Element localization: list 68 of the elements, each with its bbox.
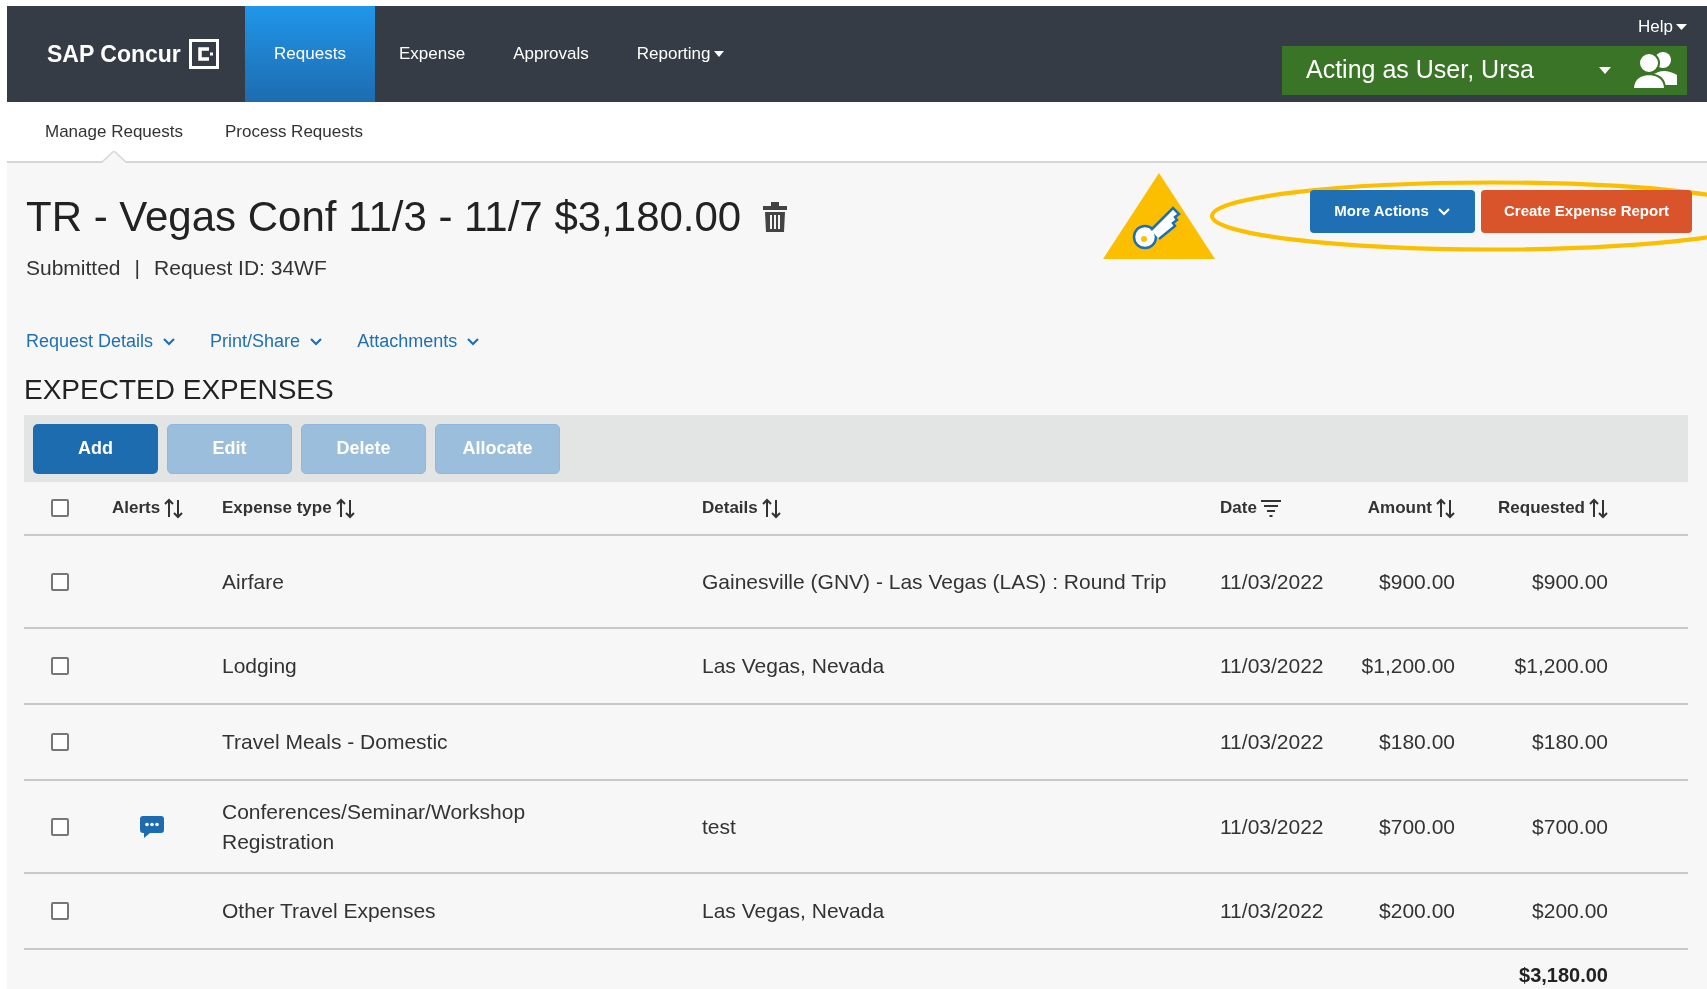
table-cell-text: $900.00 <box>1378 568 1456 595</box>
table-cell-text: Conferences/Seminar/Workshop Registration <box>222 798 527 855</box>
chevron-down-icon <box>1436 206 1451 217</box>
table-cell-text: Las Vegas, Nevada <box>702 898 886 924</box>
subnav-tab[interactable]: Process Requests <box>225 101 363 162</box>
nav-tab[interactable]: Requests <box>245 6 375 102</box>
create-report-button[interactable]: Create Expense Report <box>1481 190 1692 233</box>
request-title: TR - Vegas Conf 11/3 - 11/7 $3,180.00 <box>26 192 742 242</box>
column-header[interactable]: Amount <box>1367 495 1432 521</box>
caret-icon <box>1676 23 1687 30</box>
checkbox[interactable] <box>51 817 69 836</box>
table-cell-text: $1,200.00 <box>1513 653 1609 680</box>
table-cell-text: 11/03/2022 <box>1220 898 1325 925</box>
table-cell-text: $200.00 <box>1531 898 1609 925</box>
column-header[interactable]: Expense type <box>222 495 332 521</box>
dropdown-link[interactable]: Attachments <box>357 328 481 355</box>
chevron-down-icon <box>466 336 481 347</box>
section-title: EXPECTED EXPENSES <box>23 373 335 407</box>
users-icon <box>1631 49 1679 91</box>
checkbox[interactable] <box>51 733 69 751</box>
table-cell-text: Las Vegas, Nevada <box>702 653 886 679</box>
table-cell-text: Other Travel Expenses <box>222 898 437 924</box>
table-cell-text: $180.00 <box>1378 729 1456 756</box>
nav-tab[interactable]: Expense <box>375 6 490 102</box>
column-header[interactable]: Date <box>1220 495 1257 521</box>
dropdown-link[interactable]: Request Details <box>26 328 177 355</box>
logo-icon <box>188 39 219 69</box>
table-cell-text: 11/03/2022 <box>1220 729 1325 756</box>
table-cell-text: Gainesville (GNV) - Las Vegas (LAS) : Round Trip <box>702 568 1168 595</box>
table-cell-text: $200.00 <box>1378 898 1456 925</box>
acting-as-dropdown[interactable]: Acting as User, Ursa <box>1282 45 1687 95</box>
total-amount: $3,180.00 <box>1518 963 1609 988</box>
caret-icon <box>713 51 724 57</box>
separator-text: | <box>134 255 141 281</box>
help-menu[interactable]: Help <box>1638 14 1687 40</box>
request-id: Request ID: 34WF <box>154 255 327 281</box>
table-cell-text: Travel Meals - Domestic <box>222 729 449 755</box>
table-cell-text: 11/03/2022 <box>1220 568 1325 595</box>
dropdown-link[interactable]: Print/Share <box>210 328 324 355</box>
table-cell-text: $180.00 <box>1531 729 1609 756</box>
table-cell-text: Airfare <box>222 568 285 595</box>
table-cell-text: Lodging <box>222 653 298 679</box>
chevron-down-icon <box>309 336 324 347</box>
nav-tab[interactable]: Approvals <box>489 6 613 102</box>
checkbox[interactable] <box>51 657 69 675</box>
column-header[interactable]: Details <box>702 495 758 521</box>
caret-icon <box>1599 66 1611 74</box>
checkbox[interactable] <box>51 902 69 920</box>
table-cell-text: $900.00 <box>1531 568 1609 595</box>
checkbox[interactable] <box>51 499 69 517</box>
table-cell-text: 11/03/2022 <box>1220 813 1325 840</box>
chevron-down-icon <box>162 336 177 347</box>
column-header[interactable]: Alerts <box>112 495 161 521</box>
table-cell-text: $700.00 <box>1531 813 1609 840</box>
status-text: Submitted <box>26 255 121 281</box>
table-cell-text: $1,200.00 <box>1360 653 1456 680</box>
logo-text: SAP Concur <box>47 39 181 69</box>
column-header[interactable]: Requested <box>1498 495 1585 521</box>
table-cell-text: $700.00 <box>1378 813 1456 840</box>
key-warning-icon <box>1103 173 1215 259</box>
table-cell-text: 11/03/2022 <box>1220 653 1325 680</box>
trash-icon[interactable] <box>763 201 788 232</box>
more-actions-button[interactable]: More Actions <box>1310 190 1475 233</box>
nav-tab[interactable]: Reporting <box>612 6 748 102</box>
checkbox[interactable] <box>51 572 69 591</box>
toolbar-button[interactable]: Add <box>33 423 158 474</box>
subnav-tab[interactable]: Manage Requests <box>45 101 183 162</box>
table-cell-text: test <box>702 813 737 840</box>
